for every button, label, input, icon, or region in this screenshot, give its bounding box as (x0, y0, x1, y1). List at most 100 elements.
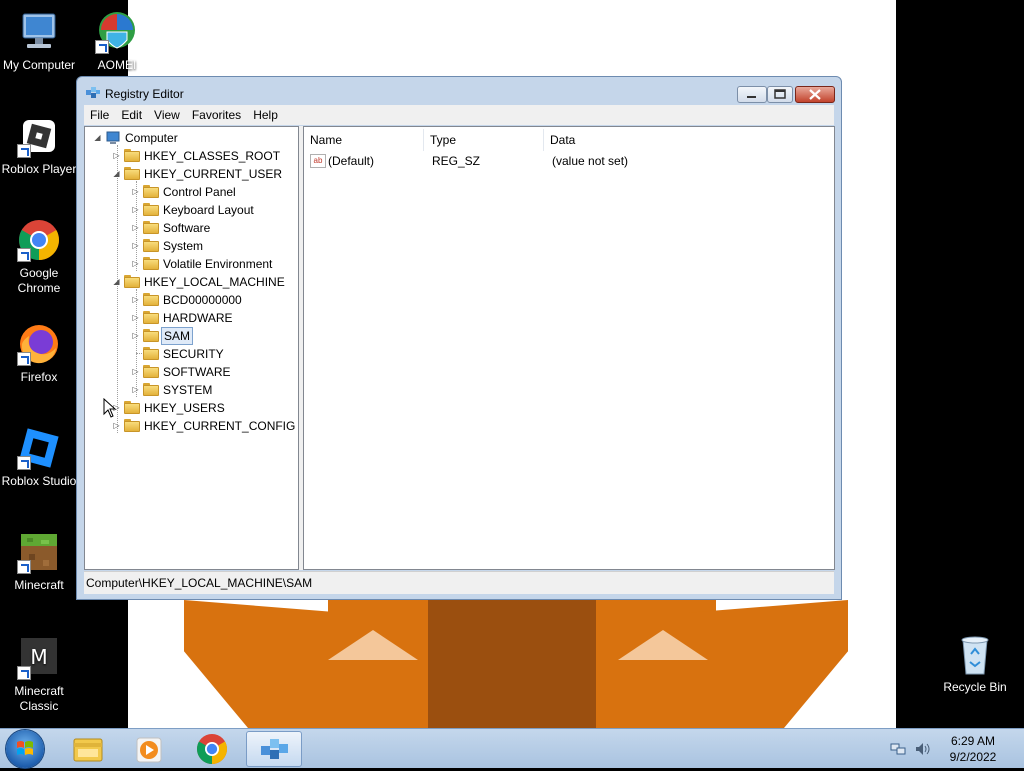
system-clock[interactable]: 6:29 AM 9/2/2022 (938, 733, 1008, 765)
menu-file[interactable]: File (84, 105, 115, 125)
network-icon[interactable] (890, 741, 906, 757)
folder-icon (124, 275, 140, 288)
folder-icon (143, 239, 159, 252)
tree-node[interactable]: ▷ SAM (131, 327, 290, 345)
value-row[interactable]: ab (Default) REG_SZ (value not set) (304, 151, 834, 171)
desktop-icon-roblox-player[interactable]: Roblox Player (0, 114, 80, 177)
expand-arrow-icon[interactable]: ▷ (131, 363, 140, 381)
expand-arrow-icon[interactable]: ▷ (131, 327, 140, 345)
registry-tree[interactable]: ◢ Computer ▷ HKEY_CLASSES_ROOT ◢ HKEY_CURRENT… (84, 126, 299, 570)
folder-icon (124, 419, 140, 432)
taskbar-google-chrome[interactable] (184, 731, 240, 767)
expand-arrow-icon[interactable]: ▷ (131, 381, 140, 399)
expand-arrow-icon[interactable]: ▷ (131, 201, 140, 219)
menu-edit[interactable]: Edit (115, 105, 148, 125)
wallpaper-shape (328, 600, 428, 728)
desktop-icon-firefox[interactable]: Firefox (0, 322, 80, 385)
folder-icon (143, 221, 159, 234)
tree-node[interactable]: ▷ Keyboard Layout (131, 201, 290, 219)
collapse-arrow-icon[interactable]: ◢ (112, 165, 121, 183)
tree-node-label: SECURITY (163, 347, 224, 361)
expand-arrow-icon[interactable]: ▷ (112, 147, 121, 165)
tree-node[interactable]: ▷ Volatile Environment (131, 255, 290, 273)
menu-favorites[interactable]: Favorites (186, 105, 247, 125)
roblox-player-icon (17, 114, 61, 158)
expand-arrow-icon[interactable]: ▷ (131, 291, 140, 309)
start-button[interactable] (6, 730, 44, 768)
roblox-studio-icon (17, 426, 61, 470)
svg-text:M: M (30, 645, 47, 669)
expand-arrow-icon[interactable]: ▷ (131, 309, 140, 327)
firefox-icon (17, 322, 61, 366)
desktop-icon-label: Firefox (20, 370, 58, 384)
desktop-icon-recycle-bin[interactable]: Recycle Bin (934, 632, 1016, 695)
maximize-button[interactable] (767, 86, 793, 103)
values-list[interactable]: Name Type Data ab (Default) REG_SZ (valu… (303, 126, 835, 570)
taskbar-windows-explorer[interactable] (60, 731, 116, 767)
collapse-arrow-icon[interactable]: ◢ (112, 273, 121, 291)
folder-icon (143, 257, 159, 270)
tree-node[interactable]: ▷ Software (131, 219, 290, 237)
recycle-bin-icon (953, 632, 997, 676)
shortcut-arrow-icon (17, 560, 31, 574)
expand-arrow-icon[interactable]: ▷ (131, 183, 140, 201)
column-header-name[interactable]: Name (304, 129, 424, 151)
wallpaper-shape (428, 600, 596, 728)
desktop-icon-label: Roblox Studio (1, 474, 77, 488)
tree-node[interactable]: ▷ HKEY_CURRENT_CONFIG (112, 417, 295, 435)
menu-help[interactable]: Help (247, 105, 284, 125)
desktop-icon-google-chrome[interactable]: Google Chrome (0, 218, 80, 296)
minecraft-classic-icon: M (17, 636, 61, 680)
tree-node[interactable]: ◢ HKEY_CURRENT_USER (112, 165, 290, 183)
column-header-data[interactable]: Data (544, 129, 834, 151)
tree-node-label: Volatile Environment (163, 257, 273, 271)
value-data: (value not set) (552, 154, 629, 168)
status-bar: Computer\HKEY_LOCAL_MACHINE\SAM (84, 571, 834, 594)
menu-view[interactable]: View (148, 105, 186, 125)
tree-node[interactable]: ▷ SYSTEM (131, 381, 290, 399)
tree-node[interactable]: ◢ HKEY_LOCAL_MACHINE (112, 273, 290, 291)
wallpaper-shape (184, 600, 344, 728)
tree-node-computer[interactable]: ◢ Computer (93, 129, 290, 147)
value-type: REG_SZ (432, 154, 481, 168)
taskbar-registry-editor[interactable] (246, 731, 302, 767)
folder-icon (143, 293, 159, 306)
close-button[interactable] (795, 86, 835, 103)
desktop-icon-minecraft[interactable]: Minecraft (0, 530, 80, 593)
column-header-type[interactable]: Type (424, 129, 544, 151)
tree-node[interactable]: ▷ HKEY_CLASSES_ROOT (112, 147, 290, 165)
desktop-icon-aomei[interactable]: AOMEI (76, 10, 158, 73)
value-name: (Default) (328, 154, 375, 168)
tree-node-label: SAM (161, 327, 194, 345)
expand-arrow-icon[interactable]: ▷ (131, 237, 140, 255)
tree-node[interactable]: ▷ Control Panel (131, 183, 290, 201)
desktop-icon-minecraft-classic[interactable]: M Minecraft Classic (0, 636, 80, 714)
desktop-icon-label: My Computer (2, 58, 76, 72)
minimize-button[interactable] (737, 86, 767, 103)
tree-node-label: Control Panel (163, 185, 236, 199)
expand-arrow-icon[interactable]: ▷ (131, 219, 140, 237)
minecraft-icon (17, 530, 61, 574)
tree-node[interactable]: ▷ System (131, 237, 290, 255)
tree-node[interactable]: SECURITY (131, 345, 290, 363)
desktop-icon-roblox-studio[interactable]: Roblox Studio (0, 426, 80, 489)
desktop-icon-my-computer[interactable]: My Computer (0, 10, 80, 73)
tree-node[interactable]: ▷ BCD00000000 (131, 291, 290, 309)
tree-node-label: HKEY_CURRENT_USER (144, 167, 283, 181)
collapse-arrow-icon[interactable]: ◢ (93, 129, 102, 147)
taskbar-windows-media-player[interactable] (122, 731, 178, 767)
taskbar: 6:29 AM 9/2/2022 (0, 728, 1024, 768)
folder-icon (143, 329, 159, 342)
tree-node[interactable]: ▷ HKEY_USERS (112, 399, 290, 417)
tree-node-label: HKEY_USERS (144, 401, 225, 415)
tree-node-label: SOFTWARE (163, 365, 231, 379)
expand-arrow-icon[interactable]: ▷ (131, 255, 140, 273)
tree-node[interactable]: ▷ HARDWARE (131, 309, 290, 327)
title-bar[interactable]: Registry Editor (77, 77, 841, 105)
registry-editor-window[interactable]: Registry Editor File Edit View Favorites Hel… (76, 76, 842, 600)
tree-node-label: Software (163, 221, 211, 235)
expand-arrow-icon[interactable]: ▷ (112, 417, 121, 435)
volume-icon[interactable] (914, 741, 930, 757)
tree-node[interactable]: ▷ SOFTWARE (131, 363, 290, 381)
folder-icon (124, 149, 140, 162)
